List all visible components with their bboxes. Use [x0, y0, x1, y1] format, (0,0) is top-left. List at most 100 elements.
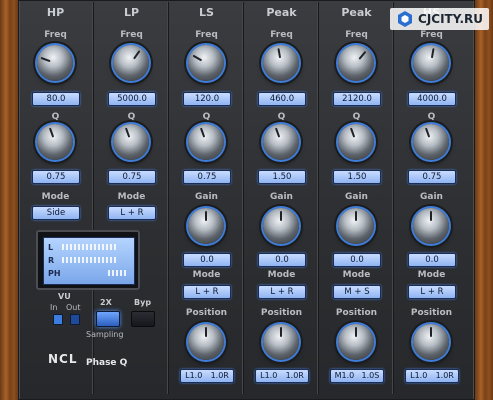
mode-label: Mode: [417, 270, 446, 280]
freq-value[interactable]: 4000.0: [408, 92, 456, 106]
level-meter: L R PH: [36, 230, 140, 290]
mode-label: Mode: [117, 192, 146, 202]
q-label: Q: [127, 112, 136, 122]
q-value[interactable]: 1.50: [258, 170, 306, 184]
freq-knob[interactable]: [37, 45, 73, 81]
position-value[interactable]: L1.0 1.0R: [405, 369, 459, 383]
meter-lcd: L R PH: [43, 237, 135, 285]
position-value[interactable]: L1.0 1.0R: [255, 369, 309, 383]
freq-knob[interactable]: [413, 45, 449, 81]
logo-ncl: NCL: [48, 352, 78, 366]
gain-value[interactable]: 0.0: [258, 253, 306, 267]
mode-label: Mode: [267, 270, 296, 280]
vu-label: VU: [58, 292, 71, 301]
position-label: Position: [185, 308, 228, 318]
meter-label-ph: PH: [48, 269, 61, 278]
freq-label: Freq: [420, 30, 443, 40]
mode-label: Mode: [192, 270, 221, 280]
q-value[interactable]: 0.75: [183, 170, 231, 184]
x2-sampling-button[interactable]: [96, 311, 120, 327]
position-knob[interactable]: [188, 324, 224, 360]
position-value[interactable]: L1.0 1.0R: [180, 369, 234, 383]
freq-value[interactable]: 120.0: [183, 92, 231, 106]
freq-label: Freq: [345, 30, 368, 40]
q-knob[interactable]: [413, 124, 449, 160]
position-left-value: M1.0: [334, 371, 355, 380]
freq-value[interactable]: 2120.0: [333, 92, 381, 106]
gain-knob[interactable]: [263, 208, 299, 244]
q-knob[interactable]: [113, 124, 149, 160]
q-value[interactable]: 0.75: [108, 170, 156, 184]
q-label: Q: [202, 112, 211, 122]
gain-value[interactable]: 0.0: [333, 253, 381, 267]
watermark-text: CJCITY.RU: [418, 12, 483, 26]
band-column-0: HP Freq 80.0 Q 0.75 Mode Side: [18, 2, 93, 394]
mode-value[interactable]: L + R: [408, 285, 456, 299]
position-knob[interactable]: [338, 324, 374, 360]
position-right-value: 1.0S: [361, 371, 380, 380]
position-value[interactable]: M1.0 1.0S: [330, 369, 384, 383]
position-left-value: L1.0: [260, 371, 278, 380]
position-label: Position: [410, 308, 453, 318]
freq-value[interactable]: 80.0: [32, 92, 80, 106]
freq-knob[interactable]: [338, 45, 374, 81]
position-right-value: 1.0R: [435, 371, 454, 380]
position-left-value: L1.0: [410, 371, 428, 380]
vu-out-button[interactable]: [70, 314, 80, 325]
gain-value[interactable]: 0.0: [183, 253, 231, 267]
freq-label: Freq: [44, 30, 67, 40]
freq-label: Freq: [270, 30, 293, 40]
mode-value[interactable]: M + S: [333, 285, 381, 299]
position-right-value: 1.0R: [285, 371, 304, 380]
gain-value[interactable]: 0.0: [408, 253, 456, 267]
position-right-value: 1.0R: [210, 371, 229, 380]
band-column-4: Peak Freq 2120.0 Q 1.50 Gain 0.0 Mode M + S Posit…: [318, 2, 394, 394]
x2-label: 2X: [100, 298, 112, 307]
ncl-phaseq-logo: NCL Phase Q: [48, 348, 148, 374]
q-knob[interactable]: [338, 124, 374, 160]
band-title: Peak: [266, 6, 297, 19]
position-label: Position: [335, 308, 378, 318]
freq-value[interactable]: 460.0: [258, 92, 306, 106]
mode-value[interactable]: Side: [32, 206, 80, 220]
band-title: LP: [123, 6, 140, 19]
q-knob[interactable]: [188, 124, 224, 160]
freq-knob[interactable]: [188, 45, 224, 81]
position-left-value: L1.0: [185, 371, 203, 380]
gain-label: Gain: [420, 192, 443, 202]
in-label: In: [50, 303, 58, 312]
bypass-button[interactable]: [131, 311, 155, 327]
gain-label: Gain: [270, 192, 293, 202]
mode-value[interactable]: L + R: [258, 285, 306, 299]
position-label: Position: [260, 308, 303, 318]
position-knob[interactable]: [413, 324, 449, 360]
q-label: Q: [51, 112, 60, 122]
gain-knob[interactable]: [188, 208, 224, 244]
byp-label: Byp: [134, 298, 152, 307]
q-label: Q: [352, 112, 361, 122]
band-column-5: HSFreq4000.0Q0.75Gain0.0ModeL + RPositio…: [393, 2, 469, 394]
q-knob[interactable]: [263, 124, 299, 160]
freq-value[interactable]: 5000.0: [108, 92, 156, 106]
sampling-label: Sampling: [86, 330, 124, 339]
freq-label: Freq: [120, 30, 143, 40]
vu-in-button[interactable]: [53, 314, 63, 325]
q-knob[interactable]: [37, 124, 73, 160]
out-label: Out: [66, 303, 81, 312]
freq-knob[interactable]: [263, 45, 299, 81]
position-knob[interactable]: [263, 324, 299, 360]
freq-label: Freq: [195, 30, 218, 40]
q-value[interactable]: 0.75: [32, 170, 80, 184]
freq-knob[interactable]: [113, 45, 149, 81]
band-title: Peak: [341, 6, 372, 19]
mode-value[interactable]: L + R: [183, 285, 231, 299]
mode-label: Mode: [342, 270, 371, 280]
band-column-3: Peak Freq 460.0 Q 1.50 Gain 0.0 Mode L + R Positi…: [243, 2, 319, 394]
gain-knob[interactable]: [413, 208, 449, 244]
q-value[interactable]: 0.75: [408, 170, 456, 184]
q-value[interactable]: 1.50: [333, 170, 381, 184]
meter-label-r: R: [48, 256, 55, 265]
gain-knob[interactable]: [338, 208, 374, 244]
mode-value[interactable]: L + R: [108, 206, 156, 220]
meter-label-l: L: [48, 243, 54, 252]
